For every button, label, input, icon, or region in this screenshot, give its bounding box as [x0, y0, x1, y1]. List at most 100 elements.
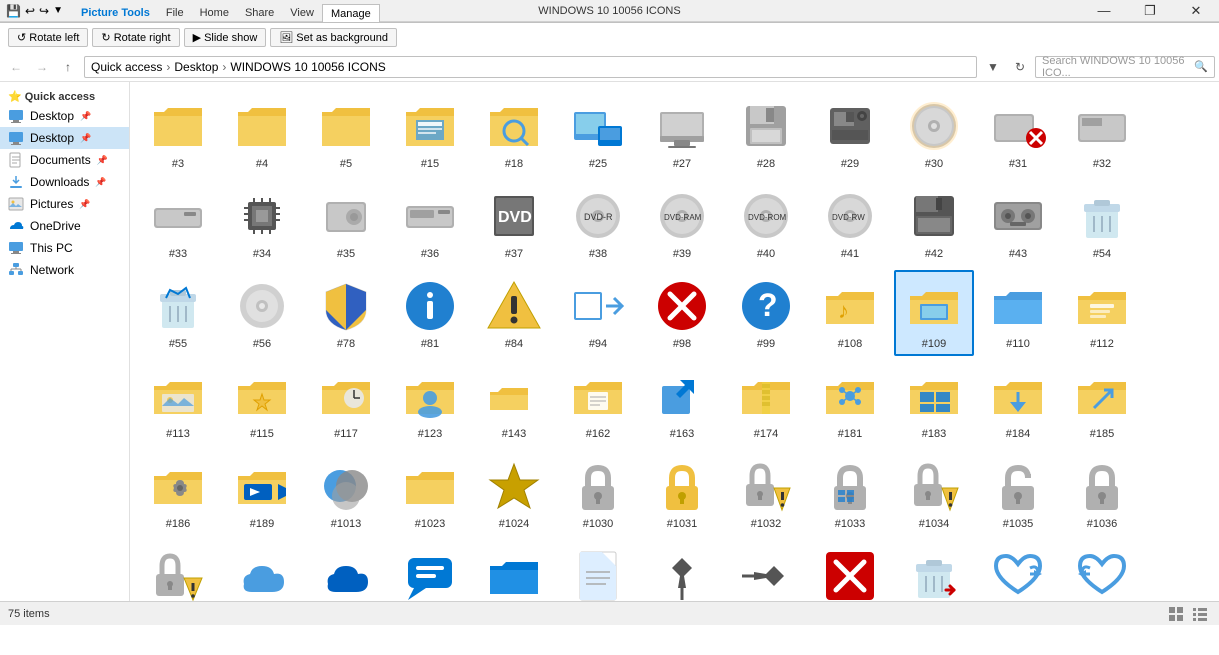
icon-37[interactable]: DVD #37 — [474, 180, 554, 266]
icon-98[interactable]: #98 — [642, 270, 722, 356]
sidebar-item-pictures[interactable]: Pictures 📌 — [0, 193, 129, 215]
icon-1024[interactable]: #1024 — [474, 450, 554, 536]
sidebar-item-downloads[interactable]: Downloads 📌 — [0, 171, 129, 193]
ribbon-rotate-right[interactable]: ↻ Rotate right — [92, 28, 179, 47]
icon-189[interactable]: #189 — [222, 450, 302, 536]
icon-43[interactable]: #43 — [978, 180, 1058, 266]
icon-115[interactable]: #115 — [222, 360, 302, 446]
icon-5311[interactable]: #5311 — [978, 540, 1058, 601]
icon-35[interactable]: #35 — [306, 180, 386, 266]
tab-picture-tools[interactable]: Picture Tools — [73, 4, 158, 22]
view-details-button[interactable] — [1189, 605, 1211, 623]
icon-5315[interactable]: #5315 — [1062, 540, 1142, 601]
icon-99[interactable]: ? #99 — [726, 270, 806, 356]
close-button[interactable]: ✕ — [1173, 0, 1219, 21]
icon-184[interactable]: #184 — [978, 360, 1058, 446]
icon-1043[interactable]: #1043 — [306, 540, 386, 601]
quick-undo-icon[interactable]: ↩ — [23, 4, 37, 18]
breadcrumb-quick-access[interactable]: Quick access — [91, 60, 162, 74]
search-icon[interactable]: 🔍 — [1194, 60, 1208, 73]
icon-5102[interactable]: #5102 — [810, 540, 890, 601]
icon-1013[interactable]: #1013 — [306, 450, 386, 536]
icon-40[interactable]: DVD-ROM #40 — [726, 180, 806, 266]
icon-1301[interactable]: #1301 — [390, 540, 470, 601]
icon-174[interactable]: #174 — [726, 360, 806, 446]
sidebar-item-network[interactable]: Network — [0, 259, 129, 281]
view-large-icons-button[interactable] — [1165, 605, 1187, 623]
icon-34[interactable]: #34 — [222, 180, 302, 266]
ribbon-slide-show[interactable]: ▶ Slide show — [184, 28, 267, 47]
icon-113[interactable]: #113 — [138, 360, 218, 446]
icon-1037[interactable]: #1037 — [138, 540, 218, 601]
icon-163[interactable]: #163 — [642, 360, 722, 446]
icon-186[interactable]: #186 — [138, 450, 218, 536]
icon-5101[interactable]: #5101 — [726, 540, 806, 601]
ribbon-rotate-left[interactable]: ↺ Rotate left — [8, 28, 88, 47]
icon-33[interactable]: #33 — [138, 180, 218, 266]
sidebar-item-onedrive[interactable]: OneDrive — [0, 215, 129, 237]
icon-25[interactable]: #25 — [558, 90, 638, 176]
icon-29[interactable]: #29 — [810, 90, 890, 176]
minimize-button[interactable]: — — [1081, 0, 1127, 21]
icon-1032[interactable]: #1032 — [726, 450, 806, 536]
refresh-button[interactable]: ↻ — [1009, 56, 1031, 78]
icon-28[interactable]: #28 — [726, 90, 806, 176]
icon-1302[interactable]: #1302 — [474, 540, 554, 601]
icon-181[interactable]: #181 — [810, 360, 890, 446]
icon-185[interactable]: #185 — [1062, 360, 1142, 446]
icon-112[interactable]: #112 — [1062, 270, 1142, 356]
icon-36[interactable]: #36 — [390, 180, 470, 266]
tab-home[interactable]: Home — [192, 4, 237, 22]
up-button[interactable]: ↑ — [56, 55, 80, 79]
icon-108[interactable]: ♪ #108 — [810, 270, 890, 356]
icon-5305[interactable]: #5305 — [894, 540, 974, 601]
icon-5100[interactable]: #5100 — [642, 540, 722, 601]
icon-15[interactable]: #15 — [390, 90, 470, 176]
icon-1033[interactable]: #1033 — [810, 450, 890, 536]
icon-54[interactable]: #54 — [1062, 180, 1142, 266]
breadcrumb-folder[interactable]: WINDOWS 10 10056 ICONS — [230, 60, 385, 74]
icon-32[interactable]: #32 — [1062, 90, 1142, 176]
quick-dropdown-icon[interactable]: ▼ — [51, 5, 65, 16]
icon-1034[interactable]: #1034 — [894, 450, 974, 536]
icon-4[interactable]: #4 — [222, 90, 302, 176]
tab-file[interactable]: File — [158, 4, 192, 22]
icon-84[interactable]: #84 — [474, 270, 554, 356]
maximize-button[interactable]: ❐ — [1127, 0, 1173, 21]
icon-1023[interactable]: #1023 — [390, 450, 470, 536]
ribbon-set-background[interactable]: 🖼 Set as background — [270, 28, 397, 47]
icon-39[interactable]: DVD-RAM #39 — [642, 180, 722, 266]
dropdown-button[interactable]: ▼ — [981, 55, 1005, 79]
icon-1040[interactable]: #1040 — [222, 540, 302, 601]
sidebar-item-desktop1[interactable]: Desktop 📌 — [0, 105, 129, 127]
icon-94[interactable]: #94 — [558, 270, 638, 356]
icon-18[interactable]: #18 — [474, 90, 554, 176]
icon-123[interactable]: #123 — [390, 360, 470, 446]
forward-button[interactable]: → — [30, 55, 54, 79]
icon-3[interactable]: #3 — [138, 90, 218, 176]
icon-1303[interactable]: #1303 — [558, 540, 638, 601]
icon-56[interactable]: #56 — [222, 270, 302, 356]
icon-1036[interactable]: #1036 — [1062, 450, 1142, 536]
icon-55[interactable]: #55 — [138, 270, 218, 356]
icon-42[interactable]: #42 — [894, 180, 974, 266]
quick-redo-icon[interactable]: ↪ — [37, 4, 51, 18]
tab-manage[interactable]: Manage — [322, 4, 380, 22]
icon-27[interactable]: #27 — [642, 90, 722, 176]
icon-78[interactable]: #78 — [306, 270, 386, 356]
tab-view[interactable]: View — [282, 4, 322, 22]
icon-38[interactable]: DVD-R #38 — [558, 180, 638, 266]
icon-5[interactable]: #5 — [306, 90, 386, 176]
icon-41[interactable]: DVD-RW #41 — [810, 180, 890, 266]
breadcrumb[interactable]: Quick access › Desktop › WINDOWS 10 1005… — [84, 56, 977, 78]
sidebar-item-thispc[interactable]: This PC — [0, 237, 129, 259]
icon-162[interactable]: #162 — [558, 360, 638, 446]
search-bar[interactable]: Search WINDOWS 10 10056 ICO... 🔍 — [1035, 56, 1215, 78]
back-button[interactable]: ← — [4, 55, 28, 79]
icon-117[interactable]: #117 — [306, 360, 386, 446]
icon-1031[interactable]: #1031 — [642, 450, 722, 536]
icon-31[interactable]: #31 — [978, 90, 1058, 176]
icon-1035[interactable]: #1035 — [978, 450, 1058, 536]
icon-143[interactable]: #143 — [474, 360, 554, 446]
quick-save-icon[interactable]: 💾 — [4, 4, 23, 18]
